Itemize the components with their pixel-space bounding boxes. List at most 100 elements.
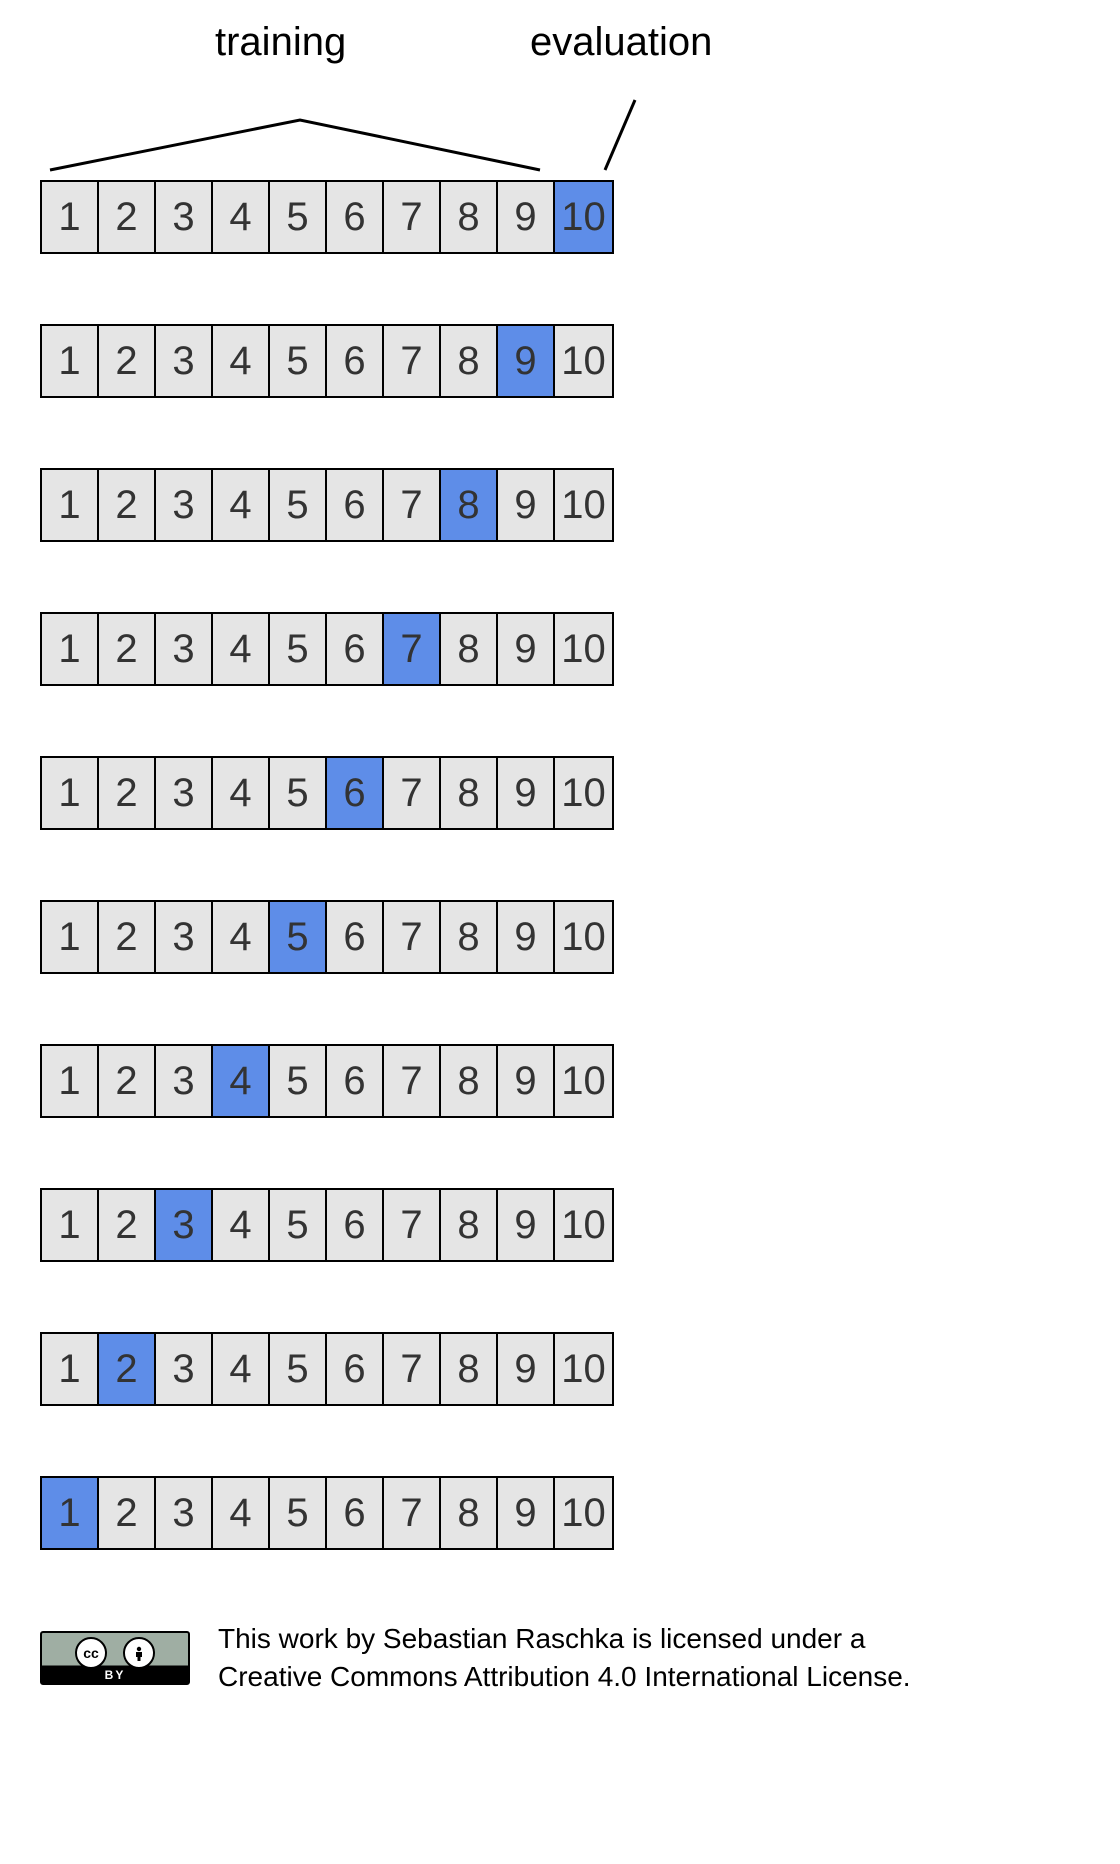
eval-cell: 3 <box>156 1190 213 1260</box>
train-cell: 8 <box>441 182 498 252</box>
train-cell: 10 <box>555 1478 612 1548</box>
train-cell: 7 <box>384 1190 441 1260</box>
train-cell: 10 <box>555 1334 612 1404</box>
train-cell: 4 <box>213 1334 270 1404</box>
train-cell: 5 <box>270 326 327 396</box>
train-cell: 10 <box>555 902 612 972</box>
train-cell: 6 <box>327 470 384 540</box>
train-cell: 3 <box>156 758 213 828</box>
fold-row: 12345678910 <box>40 180 614 254</box>
train-cell: 5 <box>270 470 327 540</box>
train-cell: 7 <box>384 758 441 828</box>
train-cell: 6 <box>327 1046 384 1116</box>
train-cell: 8 <box>441 902 498 972</box>
train-cell: 7 <box>384 1478 441 1548</box>
train-cell: 4 <box>213 1190 270 1260</box>
train-cell: 5 <box>270 1046 327 1116</box>
train-cell: 8 <box>441 614 498 684</box>
train-cell: 3 <box>156 470 213 540</box>
train-cell: 5 <box>270 182 327 252</box>
train-cell: 8 <box>441 1190 498 1260</box>
train-cell: 7 <box>384 326 441 396</box>
train-cell: 8 <box>441 1046 498 1116</box>
by-icon <box>123 1637 155 1669</box>
train-cell: 2 <box>99 470 156 540</box>
fold-row: 12345678910 <box>40 468 614 542</box>
train-cell: 5 <box>270 614 327 684</box>
train-cell: 9 <box>498 1190 555 1260</box>
train-cell: 10 <box>555 758 612 828</box>
train-cell: 2 <box>99 1190 156 1260</box>
train-cell: 2 <box>99 902 156 972</box>
cc-icon: cc <box>75 1637 107 1669</box>
train-cell: 3 <box>156 1334 213 1404</box>
train-cell: 1 <box>42 1334 99 1404</box>
train-cell: 9 <box>498 758 555 828</box>
train-cell: 5 <box>270 1190 327 1260</box>
train-cell: 2 <box>99 1046 156 1116</box>
train-cell: 4 <box>213 1478 270 1548</box>
train-cell: 9 <box>498 470 555 540</box>
train-cell: 9 <box>498 614 555 684</box>
fold-row: 12345678910 <box>40 1332 614 1406</box>
fold-row: 12345678910 <box>40 1044 614 1118</box>
diagram-canvas: training evaluation 12345678910123456789… <box>0 0 1120 1864</box>
train-cell: 9 <box>498 902 555 972</box>
train-cell: 3 <box>156 614 213 684</box>
evaluation-slash <box>605 100 635 170</box>
eval-cell: 10 <box>555 182 612 252</box>
person-icon <box>131 1645 147 1661</box>
train-cell: 8 <box>441 1334 498 1404</box>
train-cell: 7 <box>384 1046 441 1116</box>
train-cell: 1 <box>42 1190 99 1260</box>
credit-line2: Creative Commons Attribution 4.0 Interna… <box>218 1661 911 1692</box>
credit-line1: This work by Sebastian Raschka is licens… <box>218 1623 865 1654</box>
train-cell: 7 <box>384 1334 441 1404</box>
train-cell: 9 <box>498 1478 555 1548</box>
eval-cell: 2 <box>99 1334 156 1404</box>
train-cell: 3 <box>156 326 213 396</box>
train-cell: 6 <box>327 1478 384 1548</box>
train-cell: 7 <box>384 470 441 540</box>
train-cell: 3 <box>156 1478 213 1548</box>
train-cell: 10 <box>555 1046 612 1116</box>
eval-cell: 6 <box>327 758 384 828</box>
train-cell: 4 <box>213 902 270 972</box>
train-cell: 4 <box>213 614 270 684</box>
fold-row: 12345678910 <box>40 324 614 398</box>
train-cell: 9 <box>498 182 555 252</box>
training-bracket <box>50 120 540 170</box>
train-cell: 1 <box>42 326 99 396</box>
train-cell: 8 <box>441 326 498 396</box>
train-cell: 6 <box>327 182 384 252</box>
train-cell: 1 <box>42 470 99 540</box>
train-cell: 9 <box>498 1334 555 1404</box>
cc-badge: cc BY <box>40 1631 190 1685</box>
train-cell: 2 <box>99 758 156 828</box>
train-cell: 2 <box>99 614 156 684</box>
evaluation-label: evaluation <box>530 20 712 65</box>
train-cell: 6 <box>327 614 384 684</box>
bracket-svg <box>30 80 750 180</box>
train-cell: 2 <box>99 1478 156 1548</box>
fold-row: 12345678910 <box>40 756 614 830</box>
train-cell: 10 <box>555 470 612 540</box>
eval-cell: 1 <box>42 1478 99 1548</box>
train-cell: 1 <box>42 758 99 828</box>
train-cell: 9 <box>498 1046 555 1116</box>
eval-cell: 4 <box>213 1046 270 1116</box>
train-cell: 2 <box>99 326 156 396</box>
credit-text: This work by Sebastian Raschka is licens… <box>218 1620 911 1696</box>
train-cell: 4 <box>213 326 270 396</box>
train-cell: 4 <box>213 758 270 828</box>
train-cell: 5 <box>270 758 327 828</box>
train-cell: 1 <box>42 902 99 972</box>
eval-cell: 9 <box>498 326 555 396</box>
train-cell: 1 <box>42 182 99 252</box>
train-cell: 10 <box>555 1190 612 1260</box>
train-cell: 3 <box>156 182 213 252</box>
train-cell: 5 <box>270 1334 327 1404</box>
train-cell: 1 <box>42 614 99 684</box>
train-cell: 10 <box>555 326 612 396</box>
train-cell: 8 <box>441 1478 498 1548</box>
